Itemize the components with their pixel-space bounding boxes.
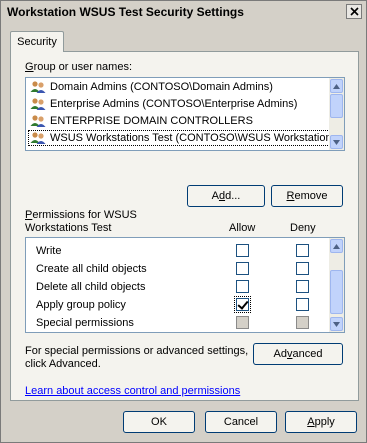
deny-checkbox[interactable] <box>296 280 309 293</box>
permission-row: Special permissions <box>26 314 330 332</box>
add-button-text: A <box>211 190 219 202</box>
permissions-label-line2: Workstations Test <box>25 222 112 234</box>
help-link[interactable]: Learn about access control and permissio… <box>25 385 240 397</box>
list-item[interactable]: ENTERPRISE DOMAIN CONTROLLERS <box>28 113 330 129</box>
deny-column-header: Deny <box>290 222 316 234</box>
advanced-button-text-rest: anced <box>292 348 323 360</box>
ok-button[interactable]: OK <box>123 411 195 433</box>
list-item[interactable]: Domain Admins (CONTOSO\Domain Admins) <box>28 79 330 95</box>
scroll-up-button[interactable] <box>330 239 343 253</box>
users-icon <box>30 81 46 93</box>
security-settings-dialog: Workstation WSUS Test Security Settings … <box>0 0 367 443</box>
permission-name: Delete all child objects <box>36 281 146 293</box>
apply-button[interactable]: Apply <box>285 411 357 433</box>
chevron-up-icon <box>333 243 340 249</box>
permission-name: Write <box>36 245 62 257</box>
remove-button-mnemonic: R <box>286 190 295 202</box>
advanced-button[interactable]: Ad v anced <box>253 343 343 365</box>
cancel-button[interactable]: Cancel <box>205 411 277 433</box>
allow-checkbox[interactable] <box>236 262 249 275</box>
allow-checkbox[interactable] <box>236 280 249 293</box>
permission-name: Apply group policy <box>36 299 126 311</box>
add-button-text-rest: d... <box>225 190 241 202</box>
advanced-info-line1: For special permissions or advanced sett… <box>25 345 249 357</box>
advanced-button-text: Ad <box>273 348 287 360</box>
close-button[interactable] <box>346 4 362 19</box>
remove-button-text: emove <box>294 190 328 202</box>
allow-checkbox-disabled <box>236 316 249 329</box>
close-icon <box>349 7 359 16</box>
chevron-down-icon <box>333 139 340 145</box>
list-item-label: Domain Admins (CONTOSO\Domain Admins) <box>50 81 273 93</box>
remove-button[interactable]: Remove <box>271 185 343 207</box>
add-button[interactable]: Ad d... <box>187 185 265 207</box>
permissions-scrollbar[interactable] <box>329 238 344 332</box>
group-list-label-mnemonic: G <box>25 61 34 73</box>
advanced-info-line2: click Advanced. <box>25 358 101 370</box>
deny-checkbox-disabled <box>296 316 309 329</box>
permissions-label-line1: ermissions for WSUS <box>32 209 137 221</box>
group-list-scrollbar[interactable] <box>329 78 344 150</box>
users-icon <box>30 98 46 110</box>
chevron-down-icon <box>333 321 340 327</box>
permissions-list[interactable]: Write Create all child objects Delete al… <box>25 237 345 333</box>
permission-row: Delete all child objects <box>26 278 330 296</box>
permission-row: Create all child objects <box>26 260 330 278</box>
deny-checkbox[interactable] <box>296 244 309 257</box>
scroll-thumb[interactable] <box>330 94 343 118</box>
allow-checkbox-checked[interactable] <box>234 296 251 313</box>
group-list-label: Group or user names: <box>25 61 132 73</box>
cancel-button-label: Cancel <box>223 416 259 428</box>
tab-security-label: Security <box>17 36 57 48</box>
permission-name: Create all child objects <box>36 263 147 275</box>
chevron-up-icon <box>333 83 340 89</box>
permissions-label: Permissions for WSUS <box>25 209 137 221</box>
tab-security[interactable]: Security <box>10 31 64 52</box>
users-icon <box>30 132 46 144</box>
list-item-label: WSUS Workstations Test (CONTOSO\WSUS Wor… <box>50 132 332 144</box>
permission-row: Write <box>26 242 330 260</box>
list-item-label: ENTERPRISE DOMAIN CONTROLLERS <box>50 115 253 127</box>
window-title: Workstation WSUS Test Security Settings <box>7 5 244 19</box>
apply-button-mnemonic: A <box>307 416 315 428</box>
allow-column-header: Allow <box>229 222 256 234</box>
permission-row: Apply group policy <box>26 296 330 314</box>
scroll-down-button[interactable] <box>330 135 343 149</box>
apply-button-label: pply <box>314 416 335 428</box>
list-item[interactable]: Enterprise Admins (CONTOSO\Enterprise Ad… <box>28 96 330 112</box>
deny-checkbox[interactable] <box>296 298 309 311</box>
title-bar[interactable]: Workstation WSUS Test Security Settings <box>1 1 366 23</box>
scroll-thumb[interactable] <box>330 270 343 314</box>
group-user-list[interactable]: Domain Admins (CONTOSO\Domain Admins) En… <box>25 77 345 151</box>
scroll-up-button[interactable] <box>330 79 343 93</box>
deny-checkbox[interactable] <box>296 262 309 275</box>
users-icon <box>30 115 46 127</box>
scroll-down-button[interactable] <box>330 317 343 331</box>
ok-button-label: OK <box>151 416 167 428</box>
list-item-label: Enterprise Admins (CONTOSO\Enterprise Ad… <box>50 98 298 110</box>
permission-name: Special permissions <box>36 317 134 329</box>
allow-checkbox[interactable] <box>236 244 249 257</box>
group-list-label-text: roup or user names: <box>33 61 132 73</box>
list-item-selected[interactable]: WSUS Workstations Test (CONTOSO\WSUS Wor… <box>28 130 332 146</box>
